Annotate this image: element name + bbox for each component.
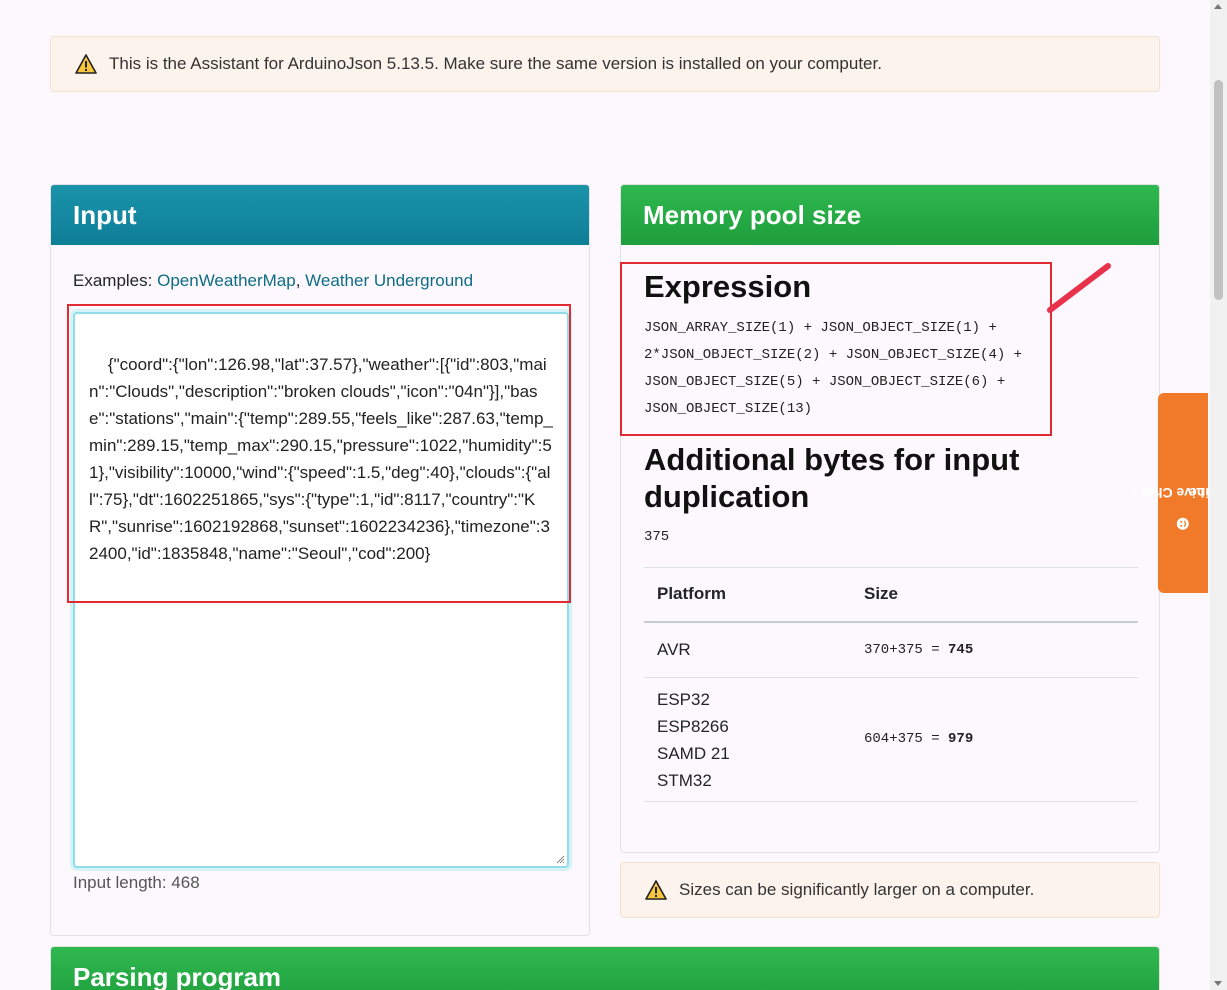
resize-handle-icon[interactable]: [555, 854, 565, 864]
table-row: ESP32 ESP8266 SAMD 21 STM32 604+375 = 97…: [644, 677, 1138, 802]
platform-name: ESP8266: [657, 716, 729, 736]
expression-line: JSON_OBJECT_SIZE(13): [644, 401, 813, 417]
expression-line: JSON_OBJECT_SIZE(5) + JSON_OBJECT_SIZE(6…: [644, 374, 1006, 390]
input-card: Input Examples: OpenWeatherMap, Weather …: [50, 184, 590, 936]
input-card-title: Input: [73, 199, 137, 230]
platform-cell: ESP32 ESP8266 SAMD 21 STM32: [644, 677, 851, 802]
table-header-row: Platform Size: [644, 567, 1138, 623]
size-formula: 370+375 =: [864, 641, 949, 658]
live-chat-tab[interactable]: Live Chat - Online: [1133, 393, 1227, 593]
memory-pool-card-title: Memory pool size: [643, 199, 862, 230]
platform-name: SAMD 21: [657, 743, 730, 763]
input-length: Input length: 468: [73, 873, 200, 892]
input-card-header: Input: [51, 185, 589, 245]
platform-cell: AVR: [644, 621, 851, 678]
additional-bytes-heading: Additional bytes for input duplication: [644, 442, 1020, 514]
memory-pool-card-header: Memory pool size: [621, 185, 1159, 245]
parsing-program-card-header: Parsing program: [51, 947, 1159, 990]
size-warning-text: Sizes can be significantly larger on a c…: [679, 880, 1035, 899]
parsing-program-card: Parsing program: [50, 946, 1160, 990]
warning-icon: [75, 54, 97, 74]
examples-line: Examples: OpenWeatherMap, Weather Underg…: [73, 271, 473, 291]
scroll-down-arrow-icon[interactable]: [1214, 981, 1222, 986]
size-formula: 604+375 =: [864, 731, 949, 747]
scrollbar-thumb[interactable]: [1214, 80, 1223, 300]
platform-size-table: Platform Size AVR 370+375 = 745 ESP32 ES…: [644, 567, 1138, 802]
scroll-up-arrow-icon[interactable]: [1214, 4, 1222, 9]
expression-line: 2*JSON_OBJECT_SIZE(2) + JSON_OBJECT_SIZE…: [644, 347, 1023, 363]
platform-name: AVR: [657, 639, 691, 659]
example-link-weather-underground[interactable]: Weather Underground: [305, 271, 473, 290]
expression-line: JSON_ARRAY_SIZE(1) + JSON_OBJECT_SIZE(1)…: [644, 320, 997, 336]
json-input-value: {"coord":{"lon":126.98,"lat":37.57},"wea…: [89, 355, 553, 563]
expression-heading: Expression: [644, 269, 812, 304]
version-alert-text: This is the Assistant for ArduinoJson 5.…: [109, 54, 882, 73]
warning-icon: [645, 880, 667, 900]
examples-label: Examples:: [73, 271, 153, 290]
size-cell: 370+375 = 745: [851, 621, 1138, 678]
parsing-program-card-title: Parsing program: [73, 961, 282, 990]
platform-name: STM32: [657, 770, 712, 790]
examples-separator: ,: [295, 271, 306, 290]
example-link-openweathermap[interactable]: OpenWeatherMap: [157, 271, 296, 290]
smiley-icon: [1177, 517, 1189, 530]
version-alert: This is the Assistant for ArduinoJson 5.…: [50, 36, 1160, 92]
table-row: AVR 370+375 = 745: [644, 621, 1138, 678]
additional-bytes-value: 375: [644, 529, 670, 545]
size-total: 979: [948, 731, 974, 747]
page-scrollbar[interactable]: [1210, 0, 1227, 990]
column-header-size: Size: [851, 567, 1138, 623]
size-total: 745: [948, 641, 974, 658]
size-cell: 604+375 = 979: [851, 677, 1138, 802]
column-header-platform: Platform: [644, 567, 851, 623]
size-warning-alert: Sizes can be significantly larger on a c…: [620, 862, 1160, 918]
platform-name: ESP32: [657, 689, 710, 709]
json-input-textarea[interactable]: {"coord":{"lon":126.98,"lat":37.57},"wea…: [73, 312, 569, 868]
expression-text: JSON_ARRAY_SIZE(1) + JSON_OBJECT_SIZE(1)…: [644, 315, 1044, 423]
annotation-marker-stroke: [1047, 263, 1111, 313]
